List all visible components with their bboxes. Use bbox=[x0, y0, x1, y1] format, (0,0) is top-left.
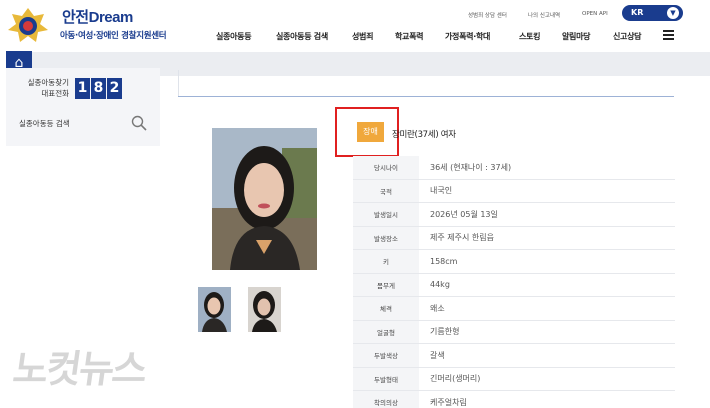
info-label: 키 bbox=[353, 250, 419, 273]
info-label: 발생장소 bbox=[353, 226, 419, 249]
info-value: 케주얼차림 bbox=[430, 397, 467, 407]
nav-school-violence[interactable]: 학교폭력 bbox=[395, 31, 424, 42]
info-row-face: 얼굴형 기름한형 bbox=[353, 320, 675, 344]
hotline-label: 실종아동찾기 대표전화 bbox=[27, 78, 69, 98]
info-value: 내국인 bbox=[430, 186, 453, 196]
info-row-clothing: 착의의상 케주얼차림 bbox=[353, 391, 675, 408]
person-info-table: 당시나이 36세 (현재나이 : 37세) 국적 내국인 발생일시 2026년 05월… bbox=[353, 156, 675, 408]
info-label: 체격 bbox=[353, 297, 419, 320]
nav-report-counsel[interactable]: 신고상담 bbox=[613, 31, 642, 42]
util-link-my-reports[interactable]: 나의 신고내역 bbox=[528, 11, 560, 19]
news-watermark: 노컷뉴스 bbox=[10, 347, 149, 391]
info-row-build: 체격 왜소 bbox=[353, 297, 675, 321]
info-value: 왜소 bbox=[430, 303, 445, 313]
divider bbox=[178, 70, 179, 96]
hamburger-icon[interactable] bbox=[663, 30, 674, 40]
brand-subtitle: 아동·여성·장애인 경찰지원센터 bbox=[60, 31, 167, 41]
info-value: 158cm bbox=[430, 256, 458, 266]
chevron-down-icon: ▼ bbox=[667, 7, 679, 19]
info-row-weight: 몸무게 44kg bbox=[353, 273, 675, 297]
info-row-place: 발생장소 제주 제주시 한림읍 bbox=[353, 226, 675, 250]
side-search-link[interactable]: 실종아동등 검색 bbox=[19, 118, 70, 129]
search-icon[interactable] bbox=[131, 115, 147, 131]
person-name: 장미란(37세) 여자 bbox=[392, 130, 456, 140]
nav-sexual-crime[interactable]: 성범죄 bbox=[352, 31, 373, 42]
info-row-hair-style: 두발형태 긴머리(생머리) bbox=[353, 367, 675, 391]
nav-stalking[interactable]: 스토킹 bbox=[519, 31, 540, 42]
info-label: 국적 bbox=[353, 179, 419, 202]
info-value: 기름한형 bbox=[430, 327, 460, 337]
nav-missing-children[interactable]: 실종아동등 bbox=[216, 31, 252, 42]
info-label: 얼굴형 bbox=[353, 320, 419, 343]
util-link-sexual-crime-center[interactable]: 성범죄 상담 센터 bbox=[468, 11, 507, 19]
photo-thumbnail[interactable] bbox=[248, 287, 281, 332]
info-label: 착의의상 bbox=[353, 391, 419, 408]
info-label: 발생일시 bbox=[353, 203, 419, 226]
nav-notice[interactable]: 알림마당 bbox=[562, 31, 591, 42]
site-header: 안전Dream 아동·여성·장애인 경찰지원센터 성범죄 상담 센터 나의 신고… bbox=[0, 0, 710, 50]
info-value: 44kg bbox=[430, 280, 450, 290]
police-emblem-logo[interactable] bbox=[4, 6, 52, 46]
info-row-age: 당시나이 36세 (현재나이 : 37세) bbox=[353, 156, 675, 180]
nav-missing-search[interactable]: 실종아동등 검색 bbox=[276, 31, 328, 42]
info-value: 긴머리(생머리) bbox=[430, 374, 481, 384]
highlight-box bbox=[335, 107, 399, 157]
hotline-digit: 8 bbox=[91, 78, 106, 99]
info-label: 두발색상 bbox=[353, 344, 419, 367]
info-row-height: 키 158cm bbox=[353, 250, 675, 274]
photo-thumbnail[interactable] bbox=[198, 287, 231, 332]
info-value: 갈색 bbox=[430, 350, 445, 360]
info-row-date: 발생일시 2026년 05월 13일 bbox=[353, 203, 675, 227]
divider bbox=[178, 96, 674, 97]
hotline-digit: 2 bbox=[107, 78, 122, 99]
info-row-hair-color: 두발색상 갈색 bbox=[353, 344, 675, 368]
util-link-open-api[interactable]: OPEN API bbox=[582, 11, 608, 17]
language-select[interactable]: KR ▼ bbox=[622, 5, 683, 21]
hotline-digit: 1 bbox=[75, 78, 90, 99]
info-value: 2026년 05월 13일 bbox=[430, 209, 498, 219]
person-photo[interactable] bbox=[212, 128, 317, 270]
info-value: 36세 (현재나이 : 37세) bbox=[430, 162, 512, 172]
brand-title[interactable]: 안전Dream bbox=[62, 6, 133, 27]
info-label: 몸무게 bbox=[353, 273, 419, 296]
info-label: 두발형태 bbox=[353, 367, 419, 390]
language-label: KR bbox=[631, 8, 644, 17]
info-label: 당시나이 bbox=[353, 156, 419, 179]
info-row-nationality: 국적 내국인 bbox=[353, 179, 675, 203]
nav-domestic-violence[interactable]: 가정폭력·학대 bbox=[445, 31, 490, 42]
info-value: 제주 제주시 한림읍 bbox=[430, 233, 494, 243]
